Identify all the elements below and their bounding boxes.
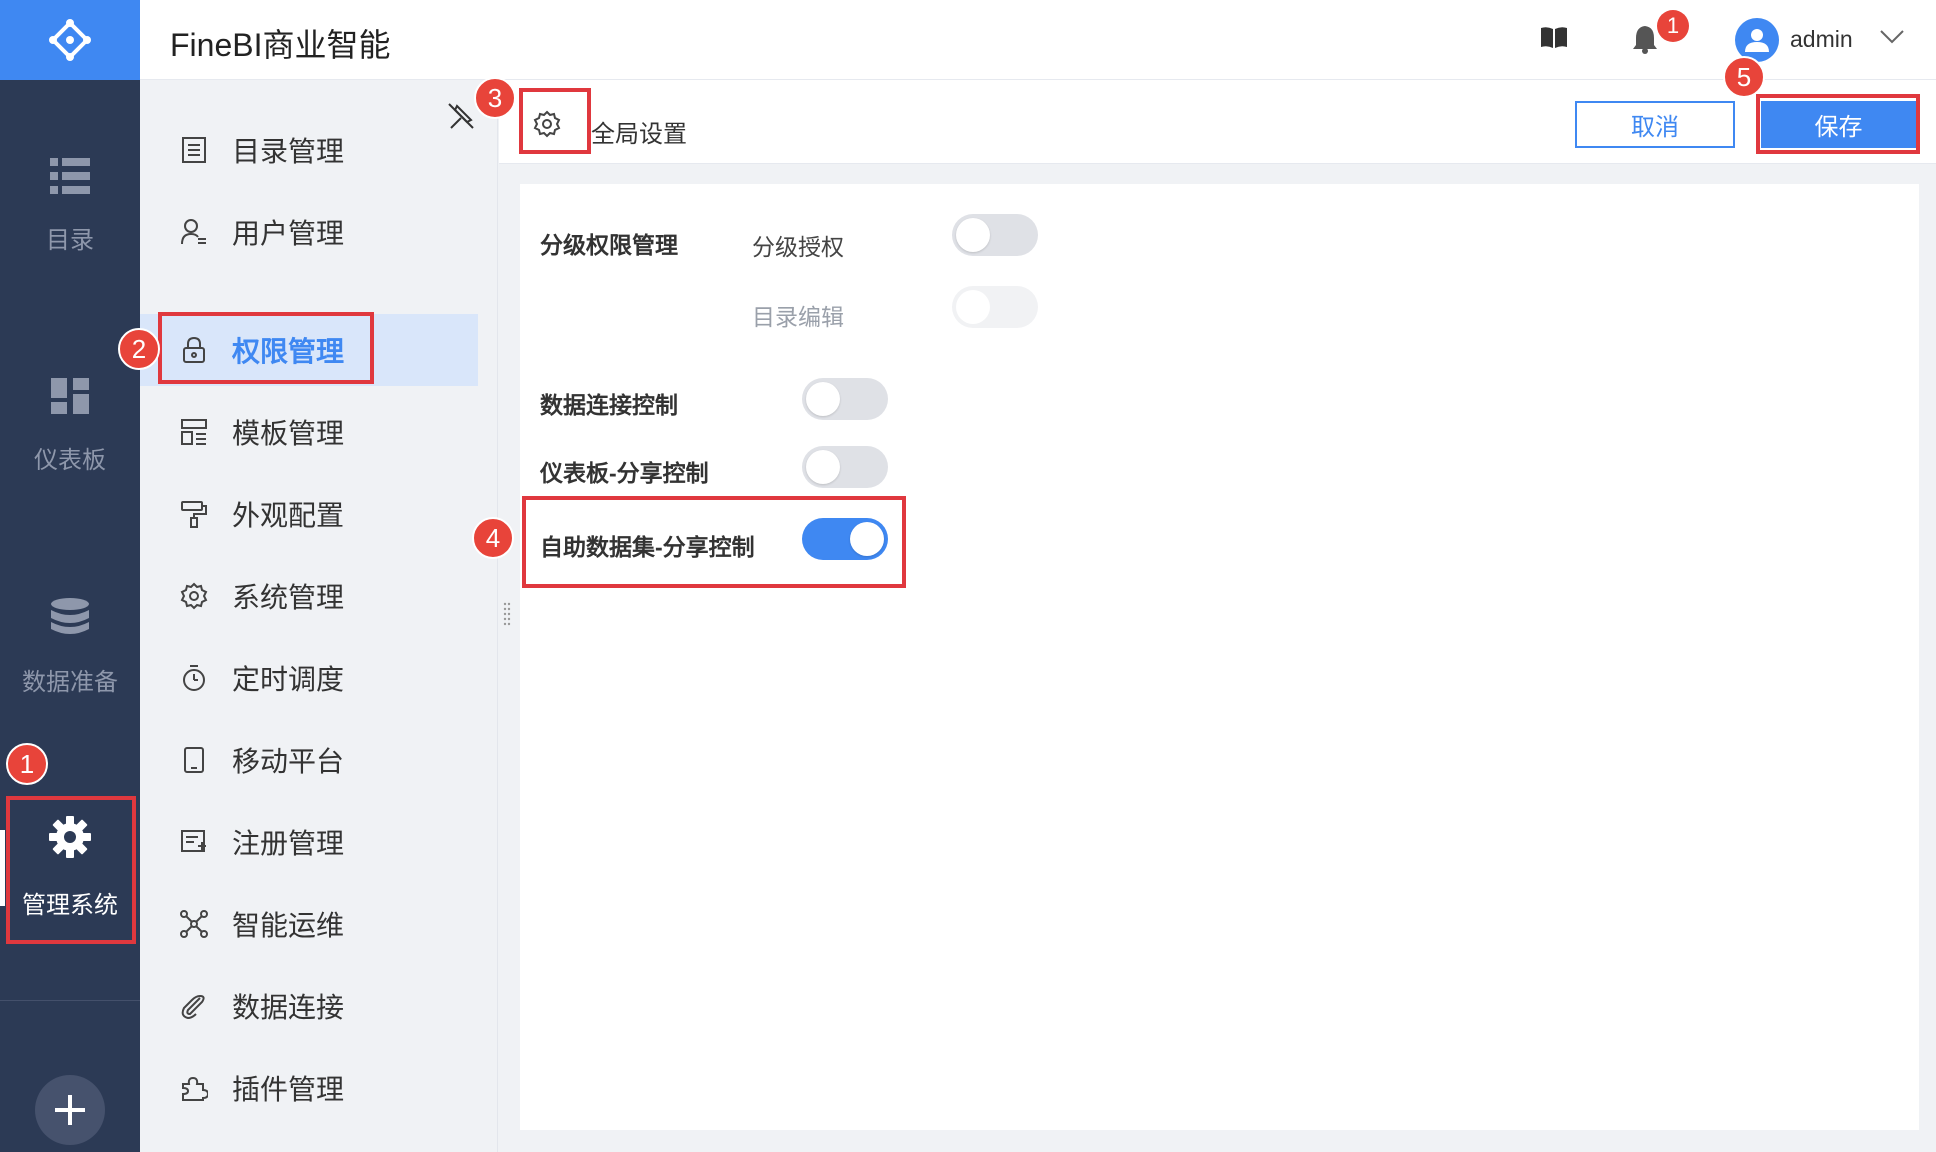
menu-item-plugins[interactable]: 插件管理 <box>140 1052 478 1124</box>
toggle-knob <box>956 218 990 252</box>
register-icon <box>181 830 206 852</box>
menu-item-label: 注册管理 <box>232 828 345 859</box>
menu-item-scheduler[interactable]: 定时调度 <box>140 642 478 714</box>
menu-item-data-connection[interactable]: 数据连接 <box>140 970 478 1042</box>
step-badge-5: 5 <box>1723 56 1765 98</box>
user-icon <box>1745 29 1769 52</box>
admin-menu: 目录管理 用户管理 权限管理 模板管理 外观配置 系统管理 定时调度 移动平台 … <box>140 80 511 1152</box>
gear-icon <box>180 582 208 610</box>
resize-handle[interactable] <box>503 602 511 626</box>
step-badge-2: 2 <box>118 328 160 370</box>
catalog-icon <box>182 137 206 163</box>
plugin-icon <box>182 1076 208 1101</box>
highlight-box-4 <box>522 496 906 588</box>
top-header: FineBI商业智能 1 admin <box>140 0 1936 80</box>
logo[interactable] <box>0 0 140 80</box>
step-badge-4: 4 <box>472 517 514 559</box>
app-title: FineBI商业智能 <box>170 27 391 63</box>
timer-icon <box>183 665 205 691</box>
rail-item-catalog[interactable]: 目录 <box>0 158 140 255</box>
bell-icon[interactable] <box>1632 24 1658 54</box>
menu-item-label: 插件管理 <box>232 1074 345 1105</box>
rail-label: 数据准备 <box>22 669 118 696</box>
menu-item-catalog[interactable]: 目录管理 <box>140 114 478 186</box>
dashboard-icon <box>51 378 89 414</box>
menu-item-label: 系统管理 <box>232 582 345 613</box>
logo-icon <box>49 19 91 61</box>
user-icon <box>181 219 206 245</box>
highlight-box-2 <box>158 312 374 384</box>
data-connection-toggle[interactable] <box>802 378 888 420</box>
highlight-box-5 <box>1756 94 1920 154</box>
highlight-box-1 <box>6 796 136 944</box>
plus-icon <box>55 1095 85 1125</box>
network-icon <box>180 910 208 938</box>
settings-panel: 分级权限管理 分级授权 目录编辑 数据连接控制 仪表板-分享控制 自助数据集-分… <box>520 184 1919 1130</box>
menu-item-label: 定时调度 <box>232 664 345 695</box>
hierarchy-grant-label: 分级授权 <box>752 234 844 260</box>
step-badge-3: 3 <box>474 77 516 119</box>
toggle-knob <box>806 382 840 416</box>
menu-item-label: 目录管理 <box>232 136 345 167</box>
menu-item-appearance[interactable]: 外观配置 <box>140 478 478 550</box>
menu-item-label: 模板管理 <box>232 418 345 449</box>
data-connection-label: 数据连接控制 <box>540 392 678 418</box>
toggle-knob <box>806 450 840 484</box>
rail-label: 目录 <box>46 227 94 254</box>
menu-item-label: 移动平台 <box>232 746 345 777</box>
menu-item-registration[interactable]: 注册管理 <box>140 806 478 878</box>
catalog-edit-toggle[interactable] <box>952 286 1038 328</box>
chevron-down-icon[interactable] <box>1880 30 1904 44</box>
cancel-button[interactable]: 取消 <box>1575 101 1735 148</box>
help-book-icon[interactable] <box>1540 26 1568 50</box>
template-icon <box>181 419 207 445</box>
rail-divider <box>0 1000 140 1001</box>
hierarchy-title: 分级权限管理 <box>540 232 678 258</box>
menu-item-label: 外观配置 <box>232 500 345 531</box>
paint-roller-icon <box>181 501 207 528</box>
rail-label: 仪表板 <box>34 447 106 474</box>
database-icon <box>51 598 89 634</box>
menu-item-ops[interactable]: 智能运维 <box>140 888 478 960</box>
main-toolbar: 全局设置 取消 保存 <box>499 80 1936 164</box>
hierarchy-grant-toggle[interactable] <box>952 214 1038 256</box>
left-rail: 目录 仪表板 数据准备 管理系统 <box>0 0 140 1152</box>
notification-badge: 1 <box>1657 10 1689 42</box>
menu-item-label: 数据连接 <box>232 992 345 1023</box>
menu-item-users[interactable]: 用户管理 <box>140 196 478 268</box>
tablet-icon <box>184 747 204 773</box>
rail-item-dashboard[interactable]: 仪表板 <box>0 378 140 475</box>
menu-item-templates[interactable]: 模板管理 <box>140 396 478 468</box>
menu-item-label: 智能运维 <box>232 910 345 941</box>
menu-item-label: 用户管理 <box>232 218 345 249</box>
dashboard-share-toggle[interactable] <box>802 446 888 488</box>
menu-item-system[interactable]: 系统管理 <box>140 560 478 632</box>
highlight-box-3 <box>519 88 591 154</box>
toggle-knob <box>956 290 990 324</box>
tab-global-settings[interactable]: 全局设置 <box>591 114 687 149</box>
rail-item-data-prep[interactable]: 数据准备 <box>0 598 140 697</box>
username[interactable]: admin <box>1790 26 1853 53</box>
catalog-edit-label: 目录编辑 <box>752 304 844 330</box>
step-badge-1: 1 <box>6 743 48 785</box>
list-icon <box>50 158 90 194</box>
menu-item-mobile[interactable]: 移动平台 <box>140 724 478 796</box>
dashboard-share-label: 仪表板-分享控制 <box>540 460 709 486</box>
link-icon <box>181 994 205 1020</box>
add-button[interactable] <box>35 1075 105 1145</box>
